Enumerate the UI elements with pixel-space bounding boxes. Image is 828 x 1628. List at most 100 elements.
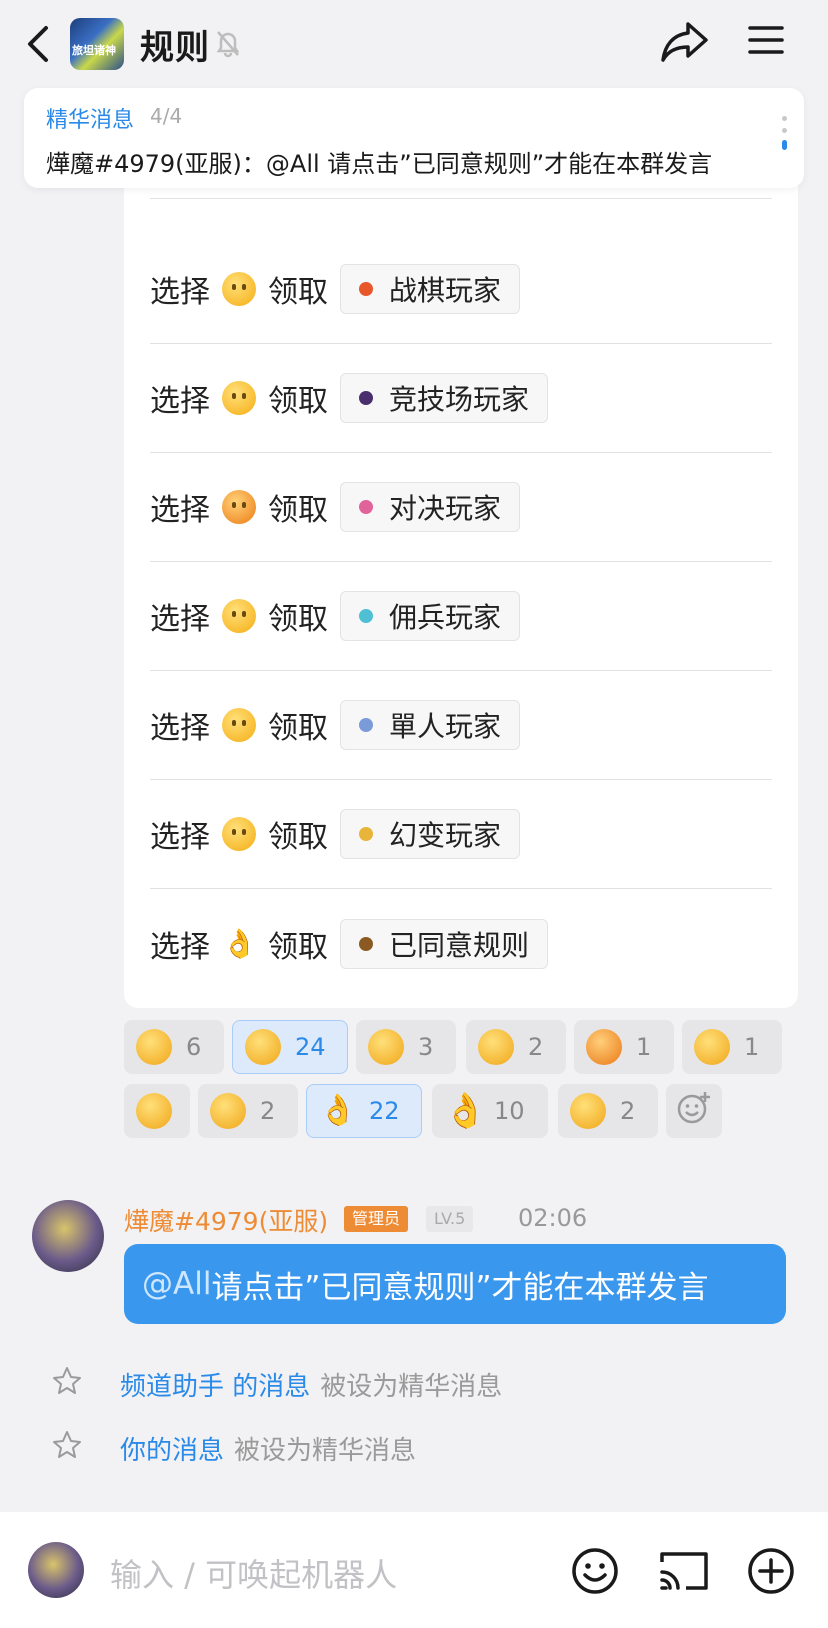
reaction-count: 10 <box>494 1097 525 1125</box>
reaction-chip[interactable]: 1 <box>682 1020 782 1074</box>
mute-bell-icon <box>214 28 242 62</box>
essence-notice: 你的消息 被设为精华消息 <box>52 1430 416 1467</box>
role-row[interactable]: 选择 领取 佣兵玩家 <box>150 562 772 671</box>
role-row[interactable]: 选择 领取 对决玩家 <box>150 453 772 562</box>
shy-emoji-icon <box>478 1029 514 1065</box>
reaction-count: 3 <box>418 1033 434 1061</box>
reaction-chip[interactable]: 2 <box>466 1020 566 1074</box>
pinned-text: 燁魔#4979(亚服)：@All 请点击”已同意规则”才能在本群发言 <box>46 150 713 178</box>
role-row[interactable]: 选择 领取 竞技场玩家 <box>150 344 772 453</box>
role-tag[interactable]: 对决玩家 <box>340 482 521 532</box>
reaction-count: 2 <box>620 1097 636 1125</box>
take-label: 领取 <box>268 275 328 310</box>
select-label: 选择 <box>150 711 210 746</box>
role-tag[interactable]: 已同意规则 <box>340 918 549 969</box>
cast-screen-icon[interactable] <box>658 1546 710 1600</box>
role-color-dot <box>359 718 373 732</box>
role-row[interactable]: 选择 领取 幻变玩家 <box>150 780 772 889</box>
notice-text: 被设为精华消息 <box>320 1372 503 1402</box>
take-label: 领取 <box>268 929 328 965</box>
role-row[interactable]: 选择 👌 领取 已同意规则 <box>150 889 772 998</box>
reaction-count: 6 <box>186 1033 202 1061</box>
cat-emoji-icon <box>210 1093 246 1129</box>
add-reaction-button[interactable] <box>666 1084 722 1138</box>
role-tag[interactable]: 單人玩家 <box>340 700 521 750</box>
message-input[interactable]: 输入 / 可唤起机器人 <box>110 1550 397 1596</box>
role-name: 幻变玩家 <box>389 819 502 852</box>
admin-badge: 管理员 <box>344 1206 409 1232</box>
reaction-count: 2 <box>528 1033 544 1061</box>
essence-notice: 频道助手 的消息 被设为精华消息 <box>52 1366 502 1403</box>
reaction-count: 2 <box>260 1097 276 1125</box>
shy-emoji-icon <box>222 381 256 415</box>
bear-emoji-icon <box>570 1093 606 1129</box>
blush-emoji-icon <box>368 1029 404 1065</box>
pinned-message-bar[interactable]: 精华消息 4/4 燁魔#4979(亚服)：@All 请点击”已同意规则”才能在本… <box>24 88 804 188</box>
star-icon <box>52 1366 82 1403</box>
select-label: 选择 <box>150 602 210 637</box>
reaction-chip[interactable]: 6 <box>124 1020 224 1074</box>
input-bar: 输入 / 可唤起机器人 <box>0 1512 828 1628</box>
sun-emoji-icon <box>222 490 256 524</box>
role-color-dot <box>359 282 373 296</box>
role-tag[interactable]: 幻变玩家 <box>340 809 521 859</box>
top-bar: 旅坦诸神 规则 <box>0 0 828 88</box>
role-name: 战棋玩家 <box>389 274 502 307</box>
reaction-chip[interactable]: 24 <box>232 1020 348 1074</box>
select-label: 选择 <box>150 493 210 528</box>
blush-emoji-icon <box>222 272 256 306</box>
pinned-label: 精华消息 <box>46 108 135 133</box>
notice-link[interactable]: 频道助手 的消息 <box>120 1366 310 1403</box>
message-bubble[interactable]: @All 请点击”已同意规则”才能在本群发言 <box>124 1244 786 1324</box>
reaction-chip[interactable]: 2 <box>558 1084 658 1138</box>
reaction-count: 24 <box>295 1033 326 1061</box>
role-color-dot <box>359 827 373 841</box>
role-row[interactable]: 选择 领取 战棋玩家 <box>150 235 772 344</box>
reaction-count: 22 <box>369 1097 400 1125</box>
role-tag[interactable]: 战棋玩家 <box>340 264 521 314</box>
select-label: 选择 <box>150 929 210 965</box>
star-icon <box>52 1430 82 1467</box>
role-row[interactable]: 选择 领取 單人玩家 <box>150 671 772 780</box>
message-text: 请点击”已同意规则”才能在本群发言 <box>211 1269 709 1306</box>
smile-emoji-icon <box>136 1029 172 1065</box>
reaction-chip[interactable]: 1 <box>574 1020 674 1074</box>
reaction-chip[interactable]: 2 <box>198 1084 298 1138</box>
cat-emoji-icon <box>222 817 256 851</box>
menu-icon[interactable] <box>748 22 784 62</box>
notice-text: 被设为精华消息 <box>234 1436 417 1466</box>
role-tag[interactable]: 佣兵玩家 <box>340 591 521 641</box>
ok-hand-big-emoji-icon: 👌 <box>444 1091 487 1131</box>
kiss-emoji-icon <box>694 1029 730 1065</box>
take-label: 领取 <box>268 602 328 637</box>
reaction-chip[interactable] <box>124 1084 190 1138</box>
back-icon[interactable] <box>18 20 58 68</box>
share-icon[interactable] <box>660 20 710 68</box>
select-label: 选择 <box>150 820 210 855</box>
at-mention[interactable]: @All <box>142 1266 211 1302</box>
pinned-count: 4/4 <box>150 104 183 128</box>
take-label: 领取 <box>268 493 328 528</box>
role-tag[interactable]: 竞技场玩家 <box>340 373 549 423</box>
sender-avatar[interactable] <box>32 1200 104 1272</box>
reaction-chip[interactable]: 👌 22 <box>306 1084 422 1138</box>
my-avatar[interactable] <box>28 1542 84 1598</box>
notice-link[interactable]: 你的消息 <box>120 1430 224 1467</box>
group-avatar[interactable]: 旅坦诸神 <box>70 18 124 70</box>
reaction-chip[interactable]: 👌 10 <box>432 1084 548 1138</box>
group-avatar-text: 旅坦诸神 <box>72 44 116 57</box>
role-color-dot <box>359 391 373 405</box>
page-title: 规则 <box>140 28 210 68</box>
plus-icon[interactable] <box>746 1546 796 1600</box>
add-emoji-icon <box>676 1090 712 1132</box>
kiss-emoji-icon <box>222 599 256 633</box>
smirk-emoji-icon <box>245 1029 281 1065</box>
role-name: 已同意规则 <box>389 928 530 962</box>
role-name: 对决玩家 <box>389 492 502 525</box>
reaction-chip[interactable]: 3 <box>356 1020 456 1074</box>
take-label: 领取 <box>268 384 328 419</box>
reaction-count: 1 <box>636 1033 652 1061</box>
sender-name[interactable]: 燁魔#4979(亚服) <box>124 1202 328 1238</box>
emoji-icon[interactable] <box>570 1546 620 1600</box>
select-label: 选择 <box>150 275 210 310</box>
